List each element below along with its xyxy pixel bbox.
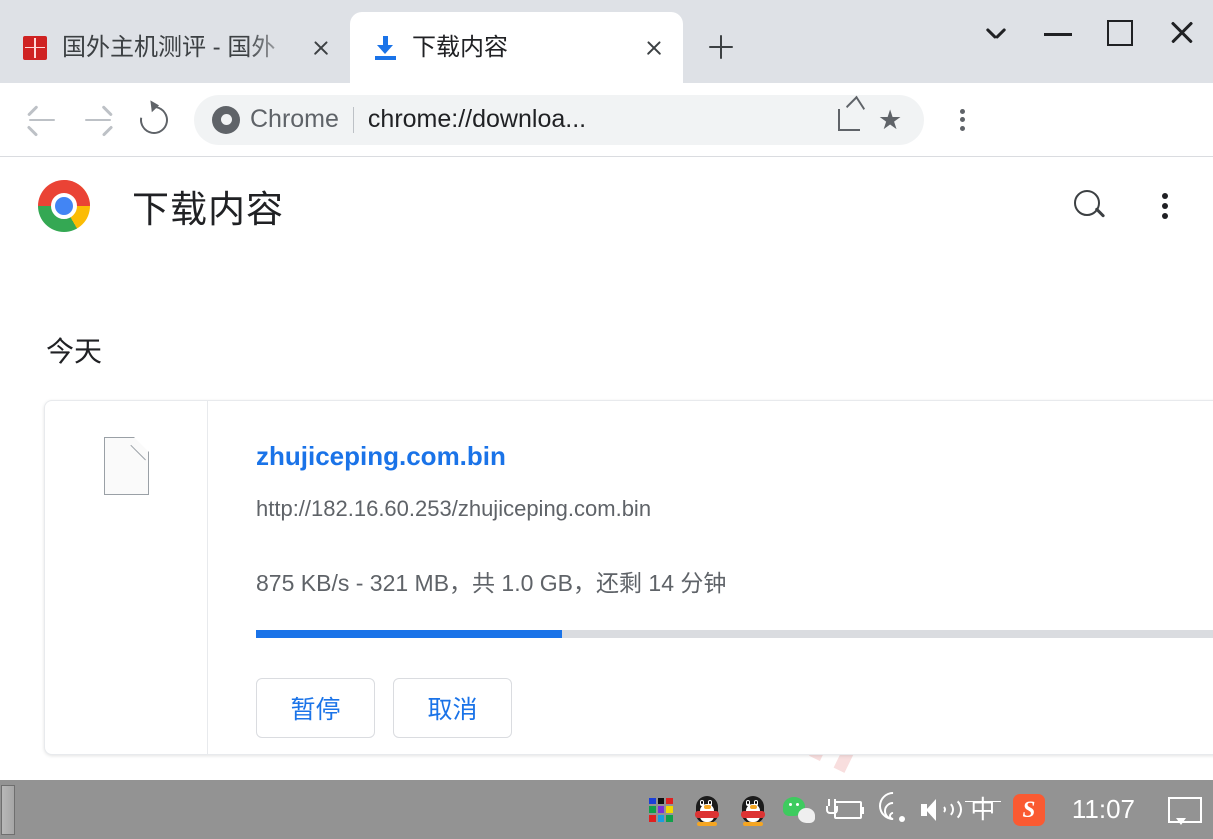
chrome-logo-icon bbox=[38, 180, 90, 232]
browser-toolbar: Chrome chrome://downloa... ★ bbox=[0, 83, 1213, 157]
search-input[interactable]: chrome://downloa... bbox=[368, 105, 828, 134]
tab-title: 国外主机测评 - 国外 bbox=[62, 33, 276, 61]
page-title: 下载内容 bbox=[132, 189, 284, 230]
tab-strip: 国外主机测评 - 国外 下载内容 bbox=[0, 0, 1213, 83]
share-icon[interactable] bbox=[828, 99, 870, 141]
notification-icon[interactable] bbox=[1155, 780, 1213, 839]
system-tray: 中 S 11:07 bbox=[638, 780, 1213, 839]
pause-download-button[interactable]: 暂停 bbox=[256, 678, 375, 738]
file-name-link[interactable]: zhujiceping.com.bin bbox=[256, 441, 1213, 472]
tab-search-button[interactable] bbox=[965, 6, 1027, 62]
wechat-icon[interactable] bbox=[776, 780, 822, 839]
browser-menu-icon[interactable] bbox=[938, 95, 988, 145]
red-seal-icon bbox=[22, 35, 48, 61]
download-item-details: zhujiceping.com.bin http://182.16.60.253… bbox=[208, 401, 1213, 754]
more-actions-icon[interactable] bbox=[1149, 186, 1183, 226]
battery-charging-icon[interactable] bbox=[822, 780, 868, 839]
forward-button[interactable] bbox=[70, 92, 126, 148]
download-arrow-icon bbox=[372, 35, 398, 61]
wifi-icon[interactable] bbox=[868, 780, 914, 839]
taskbar: 中 S 11:07 bbox=[0, 780, 1213, 839]
section-header-today: 今天 bbox=[46, 336, 103, 367]
color-grid-icon[interactable] bbox=[638, 780, 684, 839]
tab-close-button[interactable] bbox=[306, 33, 336, 63]
download-status-text: 875 KB/s - 321 MB，共 1.0 GB，还剩 14 分钟 bbox=[256, 570, 727, 596]
search-icon[interactable] bbox=[1069, 186, 1109, 226]
chrome-icon bbox=[212, 105, 240, 134]
sogou-icon[interactable]: S bbox=[1006, 780, 1052, 839]
back-button[interactable] bbox=[14, 92, 70, 148]
minimize-button[interactable] bbox=[1027, 6, 1089, 62]
volume-icon[interactable] bbox=[914, 780, 962, 839]
address-bar[interactable]: Chrome chrome://downloa... ★ bbox=[194, 94, 924, 145]
new-tab-button[interactable] bbox=[695, 21, 747, 73]
tab-inactive[interactable]: 国外主机测评 - 国外 bbox=[0, 12, 350, 83]
download-actions: 暂停 取消 bbox=[256, 678, 1213, 738]
browser-window: 国外主机测评 - 国外 下载内容 Chrome chrome://downloa… bbox=[0, 0, 1213, 839]
downloads-page: zhujiceping.com 下载内容 今天 zhujiceping.com.… bbox=[0, 158, 1213, 780]
progress-bar bbox=[256, 630, 1213, 638]
downloads-header: 下载内容 bbox=[0, 158, 1213, 254]
omnibox-divider bbox=[352, 106, 354, 133]
source-url: http://182.16.60.253/zhujiceping.com.bin bbox=[256, 496, 652, 521]
tab-close-button[interactable] bbox=[639, 33, 669, 63]
omnibox-brand: Chrome bbox=[250, 105, 339, 133]
tab-title: 下载内容 bbox=[412, 33, 508, 61]
qq-icon-1[interactable] bbox=[684, 780, 730, 839]
ime-chinese-icon[interactable]: 中 bbox=[960, 780, 1006, 839]
close-window-button[interactable] bbox=[1151, 6, 1213, 62]
cancel-download-button[interactable]: 取消 bbox=[393, 678, 512, 738]
generic-file-icon bbox=[103, 436, 149, 495]
maximize-button[interactable] bbox=[1089, 6, 1151, 62]
file-icon-column bbox=[45, 401, 208, 754]
qq-icon-2[interactable] bbox=[730, 780, 776, 839]
reload-button[interactable] bbox=[126, 92, 182, 148]
start-button[interactable] bbox=[1, 784, 15, 835]
taskbar-clock[interactable]: 11:07 bbox=[1052, 794, 1155, 825]
download-item-card: zhujiceping.com.bin http://182.16.60.253… bbox=[44, 400, 1213, 755]
window-controls bbox=[965, 0, 1213, 83]
progress-bar-fill bbox=[256, 630, 563, 638]
tab-downloads[interactable]: 下载内容 bbox=[350, 12, 683, 83]
bookmark-star-icon[interactable]: ★ bbox=[870, 99, 912, 141]
